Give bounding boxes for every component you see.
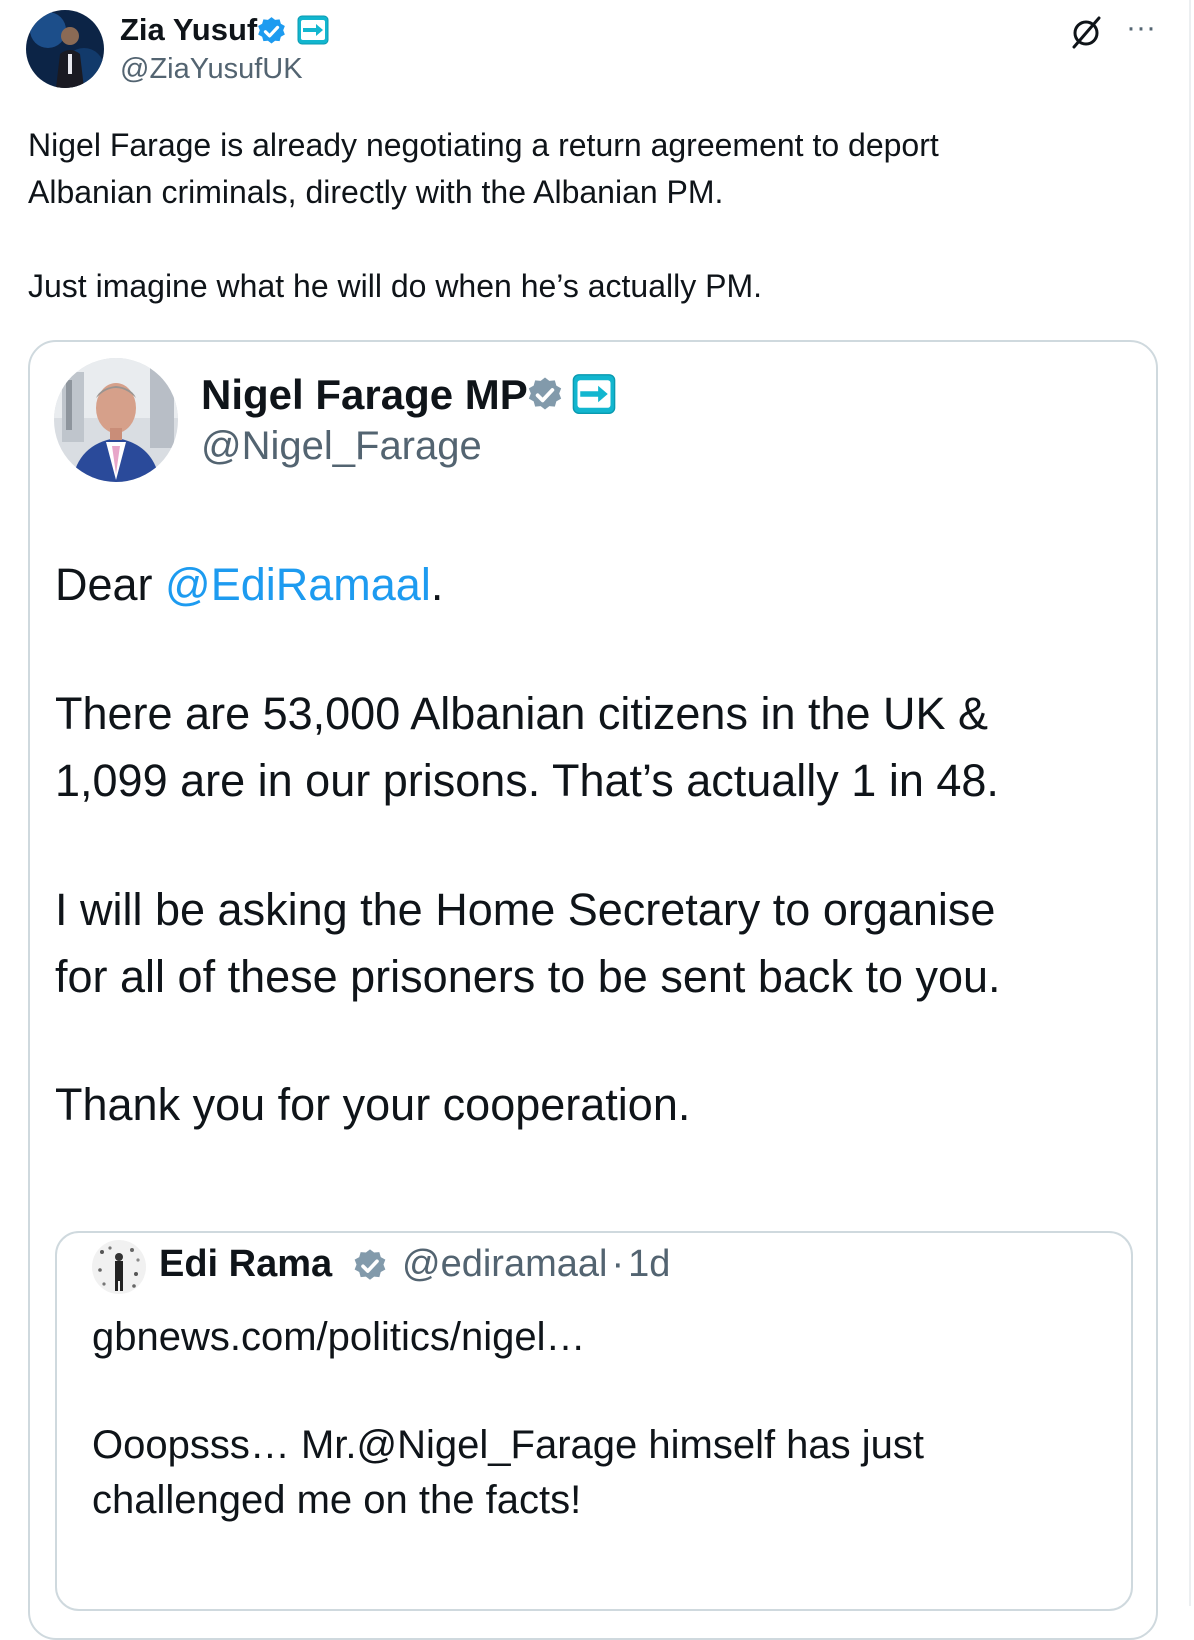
quoted-paragraph: I will be asking the Home Secretary to o…	[55, 876, 1135, 1010]
meta-separator: ·	[611, 1243, 625, 1285]
grok-icon[interactable]	[1068, 14, 1104, 50]
quoted-line: There are 53,000 Albanian citizens in th…	[55, 688, 989, 739]
quoted-avatar[interactable]	[54, 358, 178, 482]
nested-line: challenged me on the facts!	[92, 1478, 582, 1522]
tweet-line: Albanian criminals, directly with the Al…	[28, 174, 724, 210]
verified-badge-icon	[354, 1249, 386, 1280]
greeting-prefix: Dear	[55, 559, 166, 610]
nested-author-name[interactable]: Edi Rama	[159, 1243, 332, 1286]
tweet-line: Nigel Farage is already negotiating a re…	[28, 127, 939, 163]
quoted-author-handle[interactable]: @Nigel_Farage	[201, 424, 482, 469]
quoted-line: 1,099 are in our prisons. That’s actuall…	[55, 755, 999, 806]
nested-meta: @ediramaal · 1d	[402, 1243, 670, 1286]
greeting-suffix: .	[430, 559, 444, 610]
tweet-text: Nigel Farage is already negotiating a re…	[28, 122, 1158, 310]
link-text[interactable]: gbnews.com/politics/nigel…	[92, 1310, 1132, 1365]
more-icon[interactable]: ···	[1126, 13, 1156, 43]
author-handle[interactable]: @ZiaYusufUK	[120, 53, 303, 86]
tweet-line: Just imagine what he will do when he’s a…	[28, 268, 762, 304]
nested-tweet-text: Ooopsss… Mr.@Nigel_Farage himself has ju…	[92, 1418, 1132, 1528]
nested-link[interactable]: gbnews.com/politics/nigel…	[92, 1310, 1132, 1365]
nested-author-handle[interactable]: @ediramaal	[402, 1243, 607, 1285]
reform-uk-badge-icon	[572, 374, 616, 414]
quoted-paragraph: There are 53,000 Albanian citizens in th…	[55, 680, 1135, 814]
reform-uk-badge-icon	[297, 15, 329, 45]
quoted-tweet-text: Dear @EdiRamaal.	[55, 551, 1135, 618]
quoted-paragraph: Thank you for your cooperation.	[55, 1071, 1135, 1138]
quoted-line: for all of these prisoners to be sent ba…	[55, 951, 1001, 1002]
nested-line: Ooopsss… Mr.@Nigel_Farage himself has ju…	[92, 1423, 925, 1467]
author-name[interactable]: Zia Yusuf	[120, 12, 257, 48]
greeting-line: Dear @EdiRamaal.	[55, 551, 1135, 618]
right-divider	[1189, 0, 1191, 1606]
verified-badge-icon	[528, 377, 562, 410]
verified-badge-icon	[258, 17, 285, 44]
quoted-line: I will be asking the Home Secretary to o…	[55, 884, 996, 935]
post-time[interactable]: 1d	[628, 1243, 670, 1285]
quoted-author-name[interactable]: Nigel Farage MP	[201, 371, 528, 419]
mention-link[interactable]: @EdiRamaal	[165, 559, 431, 610]
nested-avatar[interactable]	[92, 1240, 146, 1294]
author-avatar[interactable]	[26, 10, 104, 88]
quoted-line: Thank you for your cooperation.	[55, 1079, 691, 1130]
